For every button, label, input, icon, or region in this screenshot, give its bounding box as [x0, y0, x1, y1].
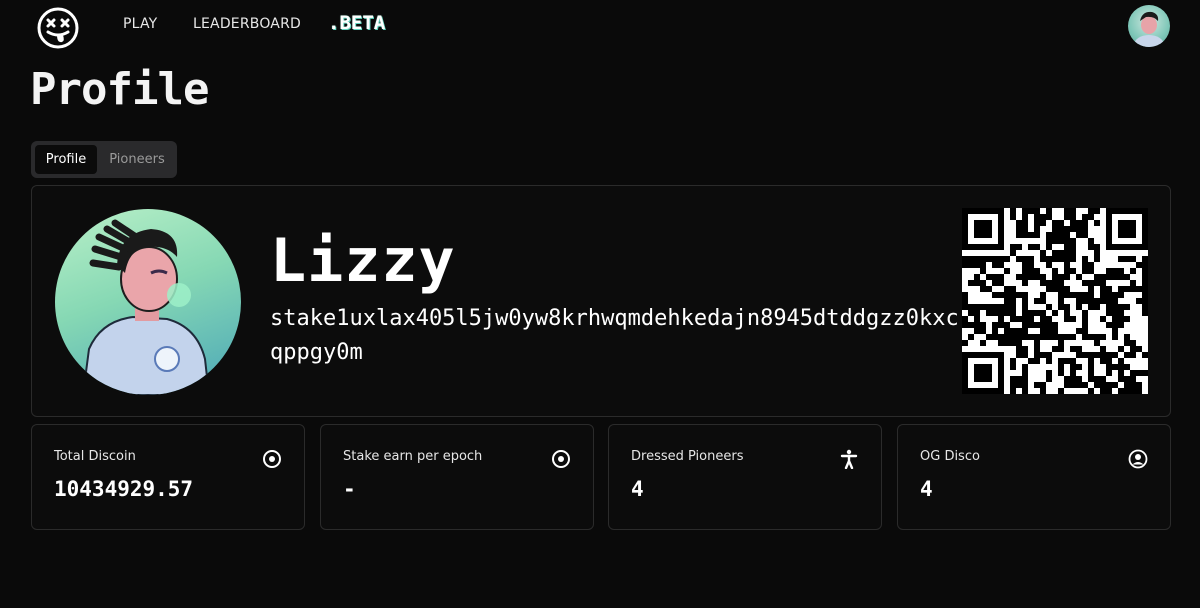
- nav-link-leaderboard[interactable]: LEADERBOARD: [193, 16, 301, 32]
- stat-card-total-discoin: Total Discoin 10434929.57: [31, 424, 305, 530]
- tab-profile[interactable]: Profile: [35, 145, 97, 174]
- nav-link-play[interactable]: PLAY: [123, 16, 157, 32]
- profile-card: Lizzy stake1uxlax405l5jw0yw8krhwqmdehked…: [31, 185, 1171, 417]
- tab-pioneers[interactable]: Pioneers: [101, 145, 173, 174]
- username: Lizzy: [270, 226, 456, 296]
- profile-tabs: Profile Pioneers: [31, 141, 177, 178]
- stat-value: 10434929.57: [54, 477, 194, 501]
- stat-card-og-disco: OG Disco 4: [897, 424, 1171, 530]
- stat-label: Stake earn per epoch: [343, 449, 483, 464]
- top-nav: PLAY LEADERBOARD .BETA: [0, 0, 1200, 52]
- stat-card-dressed-pioneers: Dressed Pioneers 4: [608, 424, 882, 530]
- target-icon: [262, 449, 282, 469]
- person-icon: [839, 449, 859, 470]
- stat-value: 4: [631, 477, 644, 501]
- user-avatar[interactable]: [1128, 5, 1170, 47]
- stat-value: -: [343, 477, 356, 501]
- page-title: Profile: [30, 64, 209, 115]
- stat-label: Total Discoin: [54, 449, 136, 464]
- user-circle-icon: [1128, 449, 1148, 469]
- target-icon: [551, 449, 571, 469]
- logo-icon[interactable]: [36, 6, 80, 50]
- stat-label: OG Disco: [920, 449, 980, 464]
- stake-address[interactable]: stake1uxlax405l5jw0yw8krhwqmdehkedajn894…: [270, 302, 960, 370]
- beta-label: .BETA: [328, 12, 386, 34]
- profile-avatar: [55, 209, 241, 395]
- stat-label: Dressed Pioneers: [631, 449, 744, 464]
- stat-value: 4: [920, 477, 933, 501]
- qr-code-icon: [962, 208, 1148, 394]
- stat-card-stake-earn: Stake earn per epoch -: [320, 424, 594, 530]
